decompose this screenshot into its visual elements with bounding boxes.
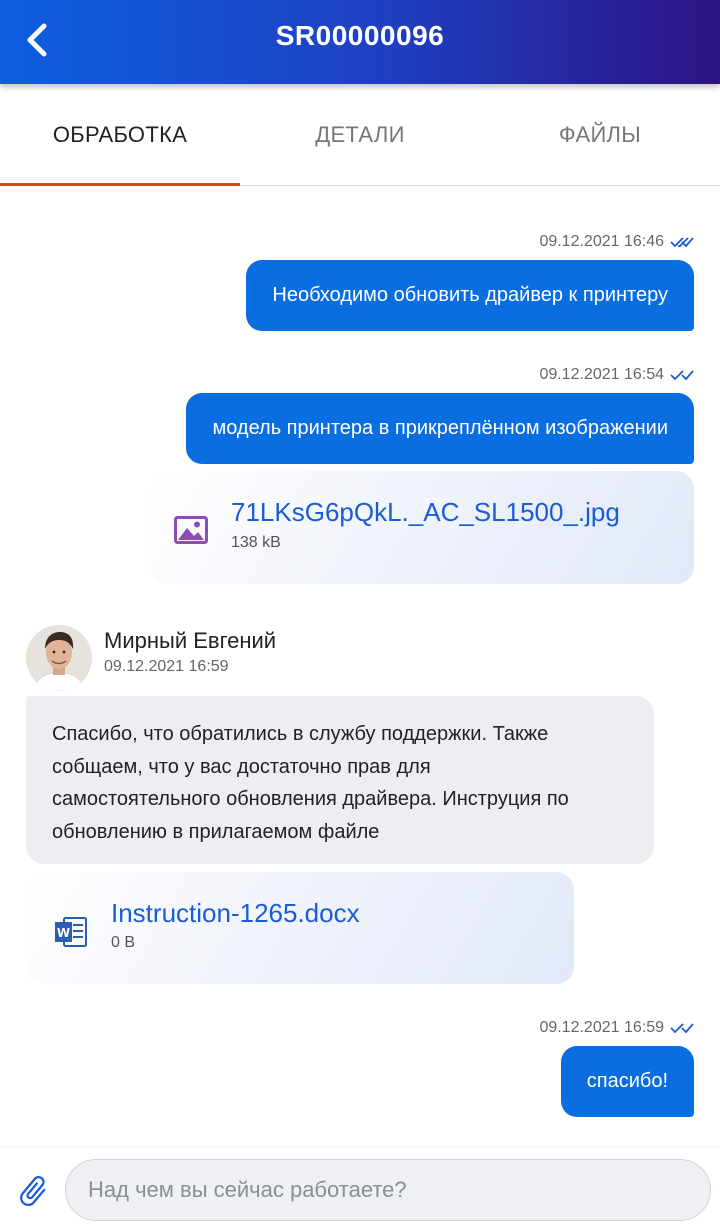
attachment-name[interactable]: Instruction-1265.docx [111, 898, 360, 929]
message-line: собщаем, что у вас достаточно прав для [52, 755, 431, 778]
sender-name: Мирный Евгений [104, 628, 277, 653]
double-check-icon [670, 1023, 694, 1034]
outgoing-message-bubble: модель принтера в прикреплённом изображе… [186, 393, 694, 464]
attachment-card[interactable]: W Instruction-1265.docx 0 B [26, 872, 574, 984]
message-input[interactable] [65, 1159, 711, 1221]
message-time: 09.12.2021 16:59 [539, 1019, 664, 1036]
attachment-card[interactable]: 71LKsG6pQkL._AC_SL1500_.jpg 138 kB [150, 471, 694, 584]
tab-bar: ОБРАБОТКА ДЕТАЛИ ФАЙЛЫ [0, 84, 720, 186]
message-time: 09.12.2021 16:54 [539, 366, 664, 383]
image-file-icon [174, 516, 208, 544]
outgoing-message-bubble: спасибо! [560, 1046, 694, 1117]
paperclip-icon [20, 1176, 46, 1207]
word-file-icon: W [55, 917, 87, 947]
app-header: SR00000096 [0, 0, 720, 84]
message-timestamp: 09.12.2021 16:59 [539, 1019, 694, 1037]
incoming-message-bubble: Спасибо, что обратились в службу поддерж… [26, 696, 654, 864]
active-tab-indicator [0, 183, 240, 186]
message-line: самостоятельного обновления драйвера. Ин… [52, 788, 569, 810]
attachment-name[interactable]: 71LKsG6pQkL._AC_SL1500_.jpg [231, 497, 620, 528]
message-text: модель принтера в прикреплённом изображе… [212, 417, 668, 439]
tab-files[interactable]: ФАЙЛЫ [480, 84, 720, 185]
page-title: SR00000096 [275, 20, 445, 51]
message-line: обновлению в прилагаемом файле [52, 820, 380, 843]
message-time: 09.12.2021 16:59 [104, 658, 229, 675]
message-line: Спасибо, что обратились в службу поддерж… [52, 723, 549, 745]
tab-processing[interactable]: ОБРАБОТКА [0, 84, 240, 185]
svg-text:W: W [57, 926, 70, 940]
avatar [26, 625, 92, 691]
message-text: Необходимо обновить драйвер к принтеру [272, 284, 668, 306]
double-check-icon [670, 237, 694, 248]
double-check-icon [670, 370, 694, 381]
person-avatar-image [26, 625, 92, 691]
message-composer [0, 1148, 720, 1232]
tab-details[interactable]: ДЕТАЛИ [240, 84, 480, 185]
attachment-size: 138 kB [231, 534, 281, 551]
message-time: 09.12.2021 16:46 [539, 233, 664, 250]
message-timestamp: 09.12.2021 16:46 [539, 233, 694, 251]
outgoing-message-bubble: Необходимо обновить драйвер к принтеру [246, 260, 694, 331]
message-text: спасибо! [586, 1070, 668, 1092]
message-timestamp: 09.12.2021 16:54 [539, 366, 694, 384]
attachment-size: 0 B [111, 934, 136, 951]
attach-button[interactable] [12, 1170, 54, 1212]
